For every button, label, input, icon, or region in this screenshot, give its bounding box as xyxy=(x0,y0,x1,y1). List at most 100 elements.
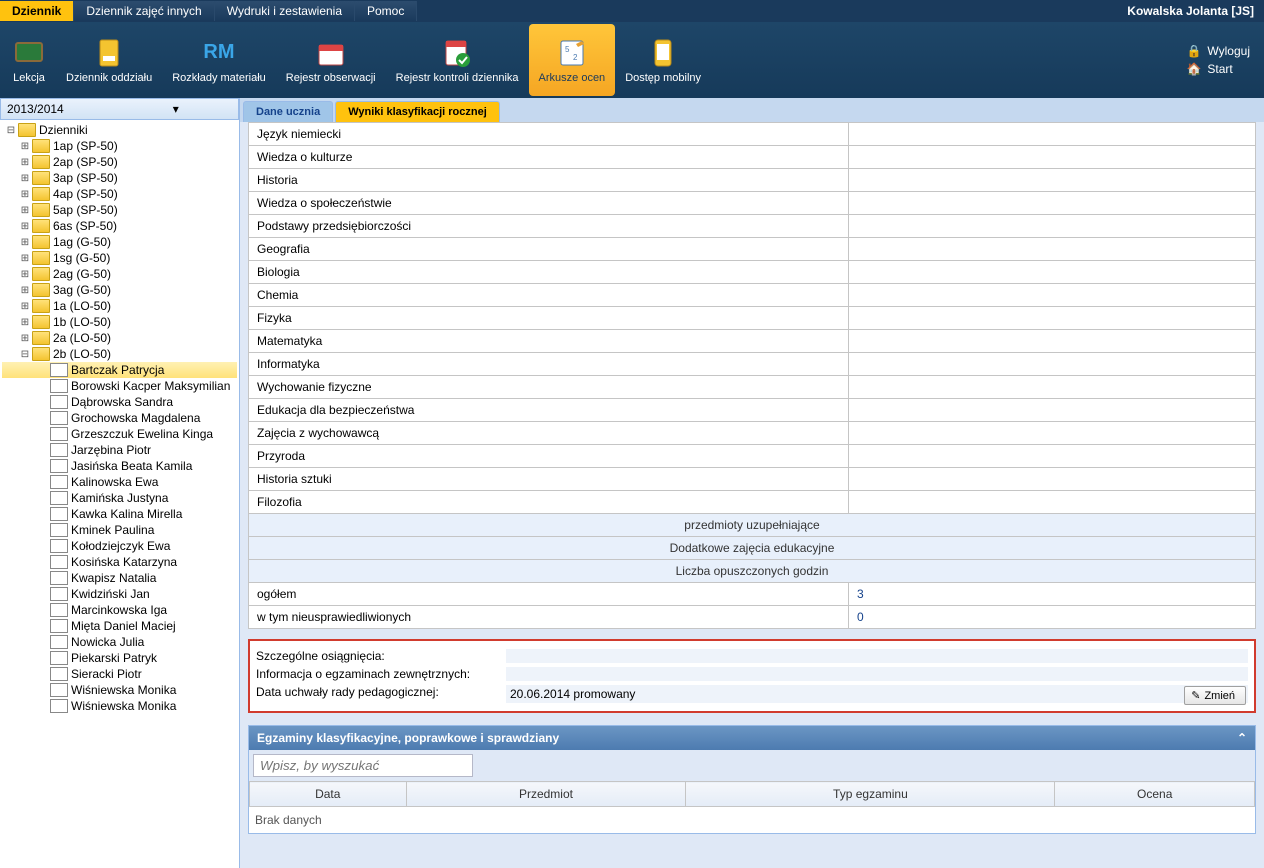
tree-student[interactable]: Jasińska Beata Kamila xyxy=(2,458,237,474)
tree-folder[interactable]: ⊞2ap (SP-50) xyxy=(2,154,237,170)
subject-grade xyxy=(849,123,1256,146)
ribbon-dziennik-oddzialu[interactable]: Dziennik oddziału xyxy=(56,24,162,96)
tree-folder[interactable]: ⊞1sg (G-50) xyxy=(2,250,237,266)
expand-icon[interactable]: ⊞ xyxy=(18,157,32,168)
expand-icon[interactable]: ⊞ xyxy=(18,317,32,328)
tab-wydruki[interactable]: Wydruki i zestawienia xyxy=(215,1,355,21)
col-data[interactable]: Data xyxy=(250,782,407,807)
tree-folder[interactable]: ⊞3ap (SP-50) xyxy=(2,170,237,186)
rm-icon: RM xyxy=(202,36,236,70)
tree-student[interactable]: Sieracki Piotr xyxy=(2,666,237,682)
tree-root[interactable]: ⊟Dzienniki xyxy=(2,122,237,138)
tree-student[interactable]: Dąbrowska Sandra xyxy=(2,394,237,410)
collapse-icon[interactable]: ⊟ xyxy=(4,125,18,136)
year-select[interactable]: 2013/2014 ▾ xyxy=(0,98,239,120)
col-ocena[interactable]: Ocena xyxy=(1055,782,1255,807)
tree-label: Bartczak Patrycja xyxy=(71,363,164,377)
tree-folder[interactable]: ⊞2ag (G-50) xyxy=(2,266,237,282)
document-icon xyxy=(50,427,68,441)
subject-name: Historia xyxy=(249,169,849,192)
uchwala-label: Data uchwały rady pedagogicznej: xyxy=(256,685,506,703)
tab-wyniki-klasyfikacji[interactable]: Wyniki klasyfikacji rocznej xyxy=(335,101,500,122)
tree-folder[interactable]: ⊞2a (LO-50) xyxy=(2,330,237,346)
tree-student[interactable]: Nowicka Julia xyxy=(2,634,237,650)
tree-folder[interactable]: ⊞3ag (G-50) xyxy=(2,282,237,298)
scroll-area[interactable]: Język niemieckiWiedza o kulturzeHistoria… xyxy=(240,122,1264,868)
tree-student[interactable]: Kosińska Katarzyna xyxy=(2,554,237,570)
folder-icon xyxy=(32,187,50,201)
tree-folder[interactable]: ⊞ 1ap (SP-50) xyxy=(2,138,237,154)
expand-icon[interactable]: ⊞ xyxy=(18,173,32,184)
expand-icon[interactable]: ⊞ xyxy=(18,221,32,232)
col-typ[interactable]: Typ egzaminu xyxy=(686,782,1055,807)
tree-student[interactable]: Kołodziejczyk Ewa xyxy=(2,538,237,554)
ribbon-rejestr-kontroli[interactable]: Rejestr kontroli dziennika xyxy=(386,24,529,96)
tree-student[interactable]: Kamińska Justyna xyxy=(2,490,237,506)
expand-icon[interactable]: ⊞ xyxy=(18,269,32,280)
tab-dane-ucznia[interactable]: Dane ucznia xyxy=(243,101,333,122)
tree-folder[interactable]: ⊟2b (LO-50) xyxy=(2,346,237,362)
tree-label: Piekarski Patryk xyxy=(71,651,157,665)
subject-grade xyxy=(849,330,1256,353)
subject-name: Edukacja dla bezpieczeństwa xyxy=(249,399,849,422)
notebook-icon xyxy=(92,36,126,70)
tree-student[interactable]: Grzeszczuk Ewelina Kinga xyxy=(2,426,237,442)
tree-student[interactable]: Wiśniewska Monika xyxy=(2,698,237,714)
tree-student[interactable]: Kalinowska Ewa xyxy=(2,474,237,490)
tree-student[interactable]: Wiśniewska Monika xyxy=(2,682,237,698)
nieuspr-label: w tym nieusprawiedliwionych xyxy=(249,606,849,629)
expand-icon[interactable]: ⊞ xyxy=(18,141,32,152)
expand-icon[interactable]: ⊞ xyxy=(18,189,32,200)
tree-student[interactable]: Marcinkowska Iga xyxy=(2,602,237,618)
tree-student[interactable]: Bartczak Patrycja xyxy=(2,362,237,378)
expand-icon[interactable]: ⊞ xyxy=(18,237,32,248)
tree-folder[interactable]: ⊞6as (SP-50) xyxy=(2,218,237,234)
expand-icon[interactable]: ⊞ xyxy=(18,205,32,216)
collapse-up-icon[interactable]: ⌃ xyxy=(1237,731,1247,745)
section-liczba-godzin: Liczba opuszczonych godzin xyxy=(249,560,1256,583)
chevron-down-icon[interactable]: ▾ xyxy=(120,102,233,116)
folder-icon xyxy=(32,251,50,265)
tree-folder[interactable]: ⊞5ap (SP-50) xyxy=(2,202,237,218)
folder-open-icon xyxy=(18,123,36,137)
tree-student[interactable]: Kwidziński Jan xyxy=(2,586,237,602)
tab-pomoc[interactable]: Pomoc xyxy=(355,1,417,21)
ribbon-arkusze-ocen[interactable]: 52 Arkusze ocen xyxy=(529,24,616,96)
subject-grade xyxy=(849,376,1256,399)
ribbon-rozklady[interactable]: RM Rozkłady materiału xyxy=(162,24,276,96)
tree-label: 1ap (SP-50) xyxy=(53,139,118,153)
tree-folder[interactable]: ⊞1ag (G-50) xyxy=(2,234,237,250)
tree-student[interactable]: Kawka Kalina Mirella xyxy=(2,506,237,522)
expand-icon[interactable]: ⊞ xyxy=(18,333,32,344)
expand-icon[interactable]: ⊞ xyxy=(18,301,32,312)
tree-student[interactable]: Jarzębina Piotr xyxy=(2,442,237,458)
expand-icon[interactable]: ⊞ xyxy=(18,253,32,264)
document-icon xyxy=(50,619,68,633)
tree-student[interactable]: Kwapisz Natalia xyxy=(2,570,237,586)
tree-student[interactable]: Borowski Kacper Maksymilian xyxy=(2,378,237,394)
expand-icon[interactable]: ⊞ xyxy=(18,285,32,296)
tree-label: Nowicka Julia xyxy=(71,635,144,649)
tree-folder[interactable]: ⊞4ap (SP-50) xyxy=(2,186,237,202)
start-link[interactable]: 🏠Start xyxy=(1186,60,1250,78)
col-przedmiot[interactable]: Przedmiot xyxy=(406,782,686,807)
expand-icon[interactable]: ⊟ xyxy=(18,349,32,360)
tree-student[interactable]: Kminek Paulina xyxy=(2,522,237,538)
exam-search-input[interactable] xyxy=(253,754,473,777)
tab-dziennik-innych[interactable]: Dziennik zajęć innych xyxy=(74,1,214,21)
ribbon-rejestr-obserwacji[interactable]: Rejestr obserwacji xyxy=(276,24,386,96)
folder-icon xyxy=(32,315,50,329)
tree-student[interactable]: Piekarski Patryk xyxy=(2,650,237,666)
ribbon-lekcja[interactable]: Lekcja xyxy=(2,24,56,96)
tree-student[interactable]: Grochowska Magdalena xyxy=(2,410,237,426)
tree-label: Grzeszczuk Ewelina Kinga xyxy=(71,427,213,441)
logout-link[interactable]: 🔒Wyloguj xyxy=(1186,42,1250,60)
tree-folder[interactable]: ⊞1b (LO-50) xyxy=(2,314,237,330)
folder-icon xyxy=(32,203,50,217)
tab-dziennik[interactable]: Dziennik xyxy=(0,1,74,21)
tree-folder[interactable]: ⊞1a (LO-50) xyxy=(2,298,237,314)
tree-student[interactable]: Mięta Daniel Maciej xyxy=(2,618,237,634)
folder-icon xyxy=(32,331,50,345)
zmien-button[interactable]: ✎Zmień xyxy=(1184,686,1246,705)
ribbon-dostep-mobilny[interactable]: Dostęp mobilny xyxy=(615,24,711,96)
